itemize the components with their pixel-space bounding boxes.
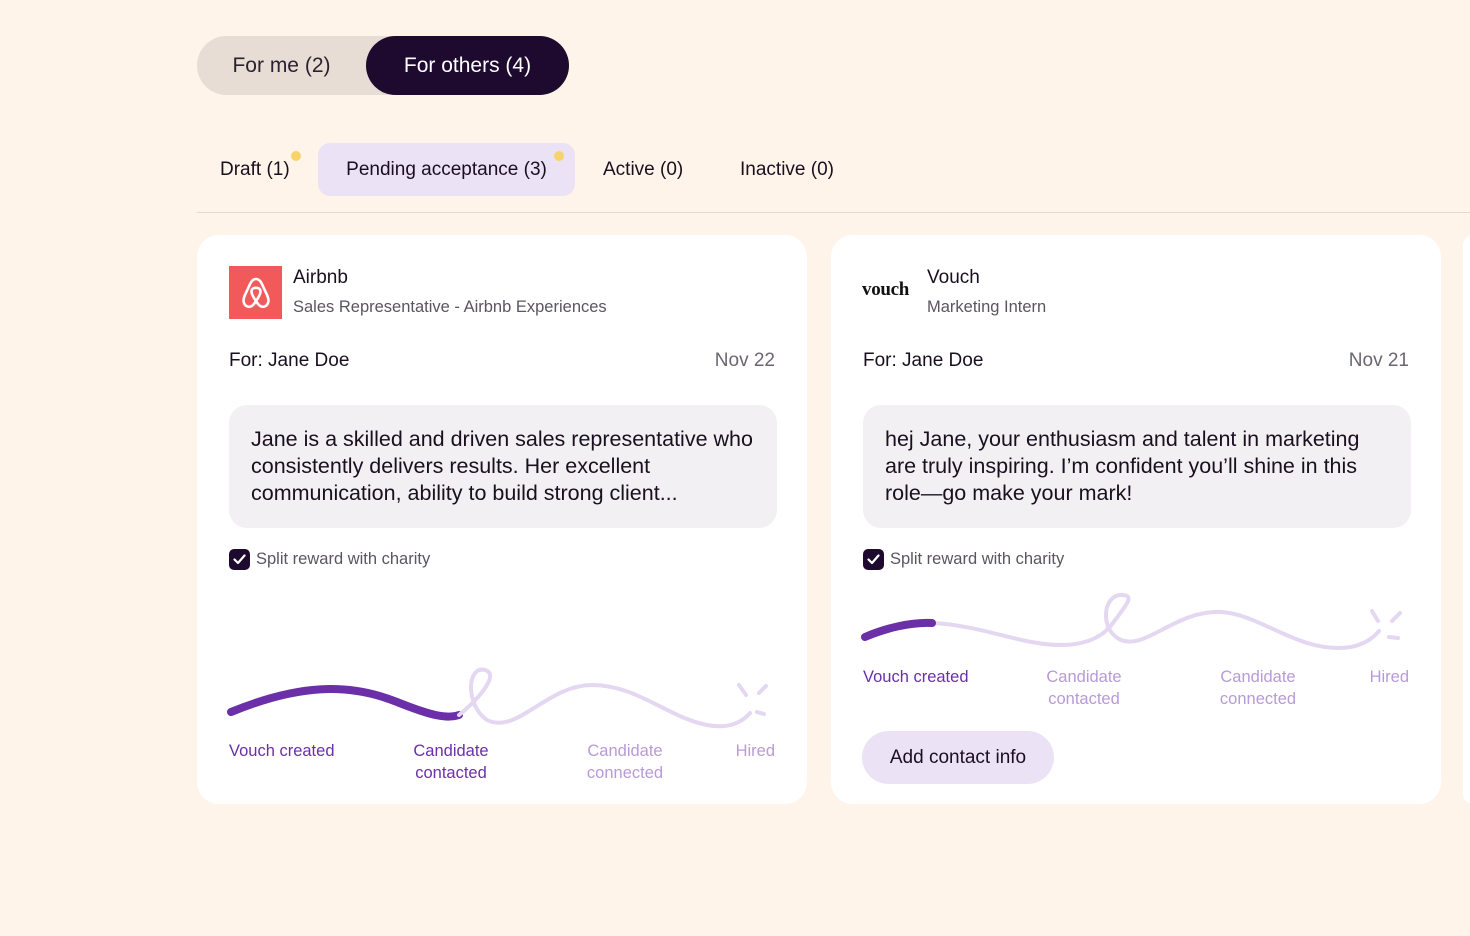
tab-draft-label: Draft (1) bbox=[220, 159, 290, 180]
progress-completed-path bbox=[227, 685, 463, 721]
stage-candidate-connected: Candidate connected bbox=[1208, 666, 1308, 710]
stage-hired: Hired bbox=[736, 740, 775, 762]
stage-label: Candidate bbox=[413, 742, 489, 760]
tab-inactive-label: Inactive (0) bbox=[740, 159, 834, 180]
stage-candidate-connected: Candidate connected bbox=[575, 740, 675, 784]
tab-pending-label: Pending acceptance (3) bbox=[346, 159, 547, 180]
progress-track bbox=[227, 667, 768, 729]
tab-active-label: Active (0) bbox=[603, 159, 684, 180]
stage-candidate-contacted: Candidate contacted bbox=[1034, 666, 1134, 710]
stage-label: Hired bbox=[1369, 668, 1409, 686]
vouch-card-vouch[interactable]: vouch Vouch Marketing Intern For: Jane D… bbox=[831, 235, 1441, 804]
vouch-card-airbnb[interactable]: Airbnb Sales Representative - Airbnb Exp… bbox=[197, 235, 807, 804]
pending-notification-dot bbox=[554, 151, 564, 161]
vouch-card-partial[interactable] bbox=[1463, 235, 1470, 804]
tab-pending-acceptance[interactable]: Pending acceptance (3) bbox=[318, 143, 575, 196]
stage-label: Vouch created bbox=[863, 668, 969, 686]
stage-label-line2: contacted bbox=[1048, 690, 1120, 708]
draft-notification-dot bbox=[291, 151, 301, 161]
stage-vouch-created: Vouch created bbox=[229, 740, 335, 762]
audience-toggle: For me (2) For others (4) bbox=[197, 36, 569, 95]
stage-candidate-contacted: Candidate contacted bbox=[401, 740, 501, 784]
stage-label: Vouch created bbox=[229, 742, 335, 760]
stage-vouch-created: Vouch created bbox=[863, 666, 969, 688]
stage-label: Candidate bbox=[587, 742, 663, 760]
for-others-toggle[interactable]: For others (4) bbox=[366, 36, 569, 95]
stage-label: Hired bbox=[735, 742, 775, 760]
tab-active[interactable]: Active (0) bbox=[603, 143, 713, 196]
progress-remaining-path bbox=[457, 667, 752, 729]
for-me-toggle[interactable]: For me (2) bbox=[197, 36, 366, 95]
progress-completed-path bbox=[861, 618, 936, 641]
stage-label: Candidate bbox=[1046, 668, 1122, 686]
sparkle-icon bbox=[737, 683, 768, 716]
progress-remaining-path bbox=[930, 592, 1381, 651]
add-contact-info-button[interactable]: Add contact info bbox=[862, 731, 1054, 784]
stage-label-line2: connected bbox=[586, 764, 664, 782]
stage-label-line2: connected bbox=[1219, 690, 1297, 708]
stage-label: Candidate bbox=[1220, 668, 1296, 686]
stage-label-line2: contacted bbox=[415, 764, 487, 782]
progress-track bbox=[861, 592, 1402, 651]
tabs-divider bbox=[197, 212, 1470, 213]
stage-hired: Hired bbox=[1370, 666, 1409, 688]
tab-inactive[interactable]: Inactive (0) bbox=[740, 143, 865, 196]
